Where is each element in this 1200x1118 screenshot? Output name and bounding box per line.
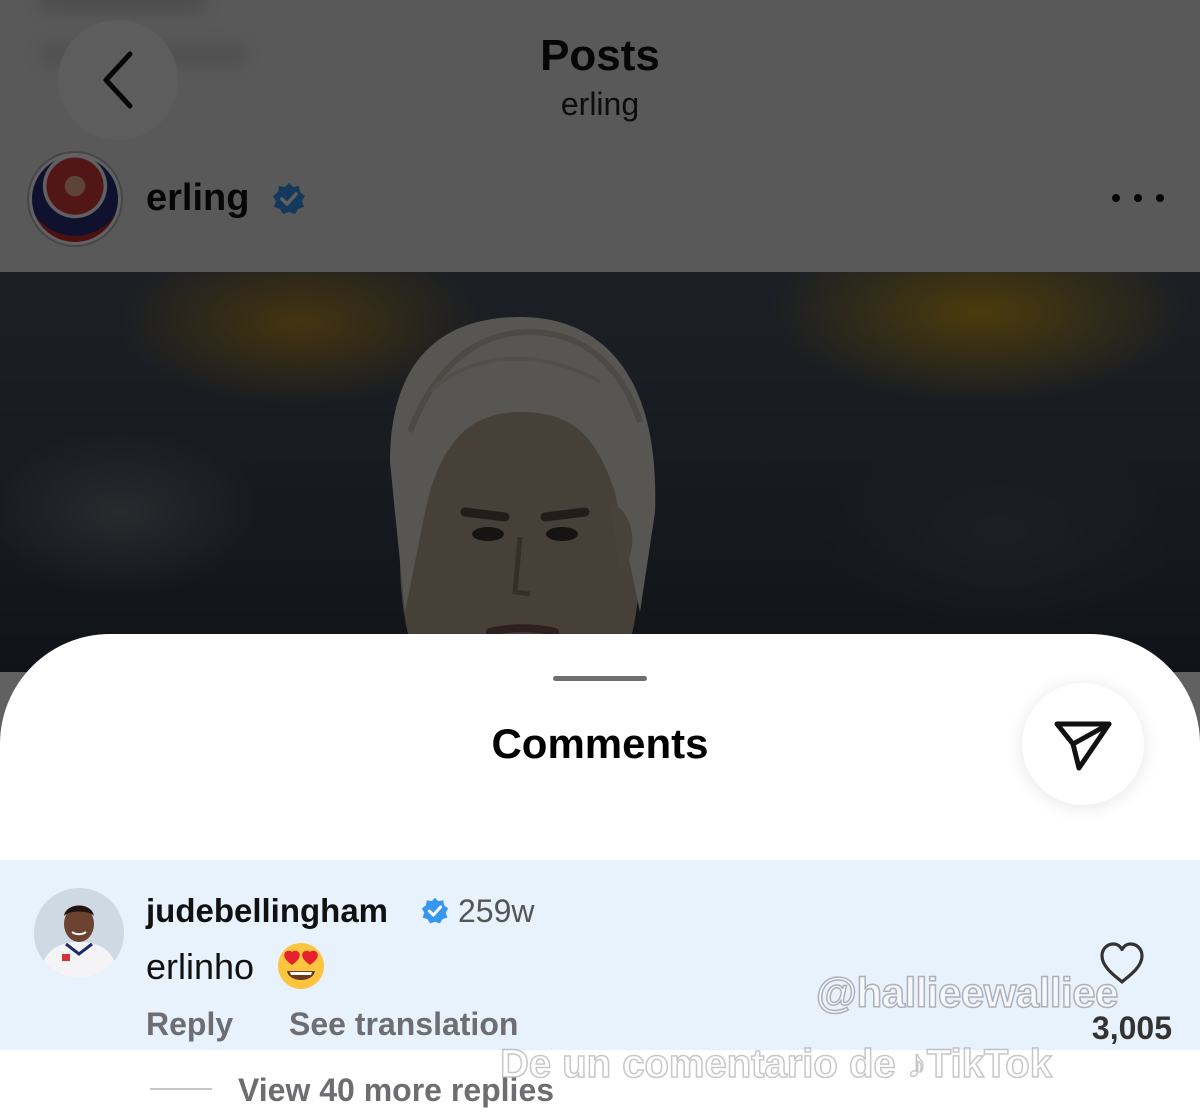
comments-title: Comments (491, 720, 709, 767)
see-translation-button[interactable]: See translation (289, 1004, 518, 1044)
post-author-username[interactable]: erling (146, 176, 249, 220)
post-author-avatar[interactable] (32, 156, 118, 242)
watermark-caption-text: De un comentario de (499, 1041, 896, 1087)
commenter-photo (34, 888, 124, 978)
share-button[interactable] (1022, 683, 1144, 805)
comment-text: erlinho (146, 946, 255, 987)
replies-divider (150, 1088, 212, 1090)
reply-button[interactable]: Reply (146, 1004, 233, 1044)
watermark-brand: TikTok (926, 1041, 1053, 1087)
send-icon (1054, 721, 1112, 771)
sheet-drag-handle[interactable] (553, 676, 647, 681)
heart-eyes-emoji-icon (278, 943, 324, 989)
header-title-block: Posts erling (400, 30, 800, 126)
tiktok-logo-icon: ♪ (906, 1041, 928, 1087)
post-image (0, 272, 1200, 672)
post-header: Posts erling erling (0, 0, 1200, 272)
chevron-left-icon (103, 51, 133, 109)
watermark-handle: @hallieewalliee (815, 968, 1119, 1017)
commenter-avatar[interactable] (34, 888, 124, 978)
commenter-username[interactable]: judebellingham (146, 890, 388, 932)
ellipsis-icon (1112, 194, 1120, 202)
back-button[interactable] (58, 20, 178, 140)
verified-badge-icon (273, 183, 305, 214)
watermark-caption: De un comentario de ♪TikTok (499, 1040, 1053, 1088)
comment-timestamp: 259w (458, 893, 535, 929)
more-options-button[interactable] (1112, 186, 1164, 210)
verified-badge-icon (421, 897, 449, 924)
page-title: Posts (540, 31, 660, 80)
page-subtitle: erling (560, 86, 640, 122)
player-photo (390, 317, 656, 672)
